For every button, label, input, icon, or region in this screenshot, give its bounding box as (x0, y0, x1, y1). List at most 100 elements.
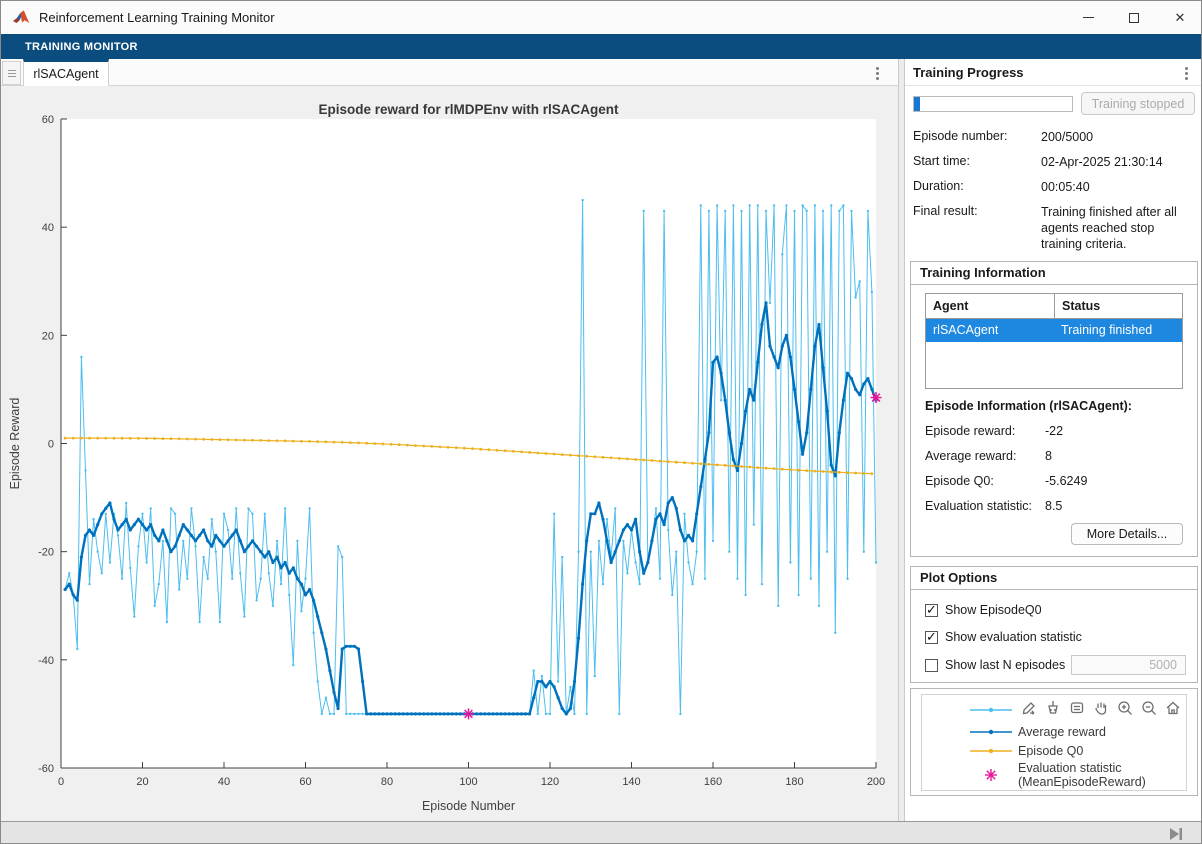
maximize-button[interactable] (1111, 1, 1157, 34)
legend-label: Evaluation statistic (MeanEpisodeReward) (1018, 761, 1146, 789)
svg-text:80: 80 (381, 776, 393, 788)
show-last-n-episodes-label: Show last N episodes (945, 658, 1065, 672)
datatip-icon[interactable] (1067, 698, 1086, 717)
show-episodeq0-option[interactable]: Show EpisodeQ0 (925, 603, 1042, 617)
start-time-row: Start time: 02-Apr-2025 21:30:14 (913, 154, 1195, 170)
svg-text:180: 180 (785, 776, 803, 788)
status-column-header: Status (1054, 294, 1182, 319)
agent-status-table[interactable]: Agent Status rlSACAgent Training finishe… (925, 293, 1183, 389)
svg-text:200: 200 (867, 776, 885, 788)
training-reward-chart[interactable]: 020406080100120140160180200-60-40-200204… (1, 86, 898, 821)
app-window: Reinforcement Learning Training Monitor … (0, 0, 1202, 844)
show-last-n-episodes-option[interactable]: Show last N episodes (925, 658, 1065, 672)
matlab-logo-icon (13, 10, 31, 26)
evaluation-statistic-row: Evaluation statistic: 8.5 (925, 499, 1185, 513)
agent-column-header: Agent (926, 294, 1054, 319)
sidebar-header: Training Progress (905, 59, 1202, 86)
panel-splitter[interactable] (898, 59, 905, 821)
last-n-episodes-input[interactable] (1071, 655, 1186, 675)
show-evaluation-statistic-checkbox[interactable] (925, 631, 938, 644)
duration-label: Duration: (913, 179, 1041, 195)
svg-text:20: 20 (136, 776, 148, 788)
training-stopped-button[interactable]: Training stopped (1081, 92, 1195, 115)
episode-reward-line-sample (970, 705, 1012, 715)
training-progress-panel: Training Progress Training stopped Episo… (905, 59, 1202, 821)
svg-text:20: 20 (42, 330, 54, 342)
figure-panel: 020406080100120140160180200-60-40-200204… (1, 86, 898, 821)
panel-grip-icon[interactable] (2, 61, 21, 85)
svg-text:Episode reward for rlMDPEnv wi: Episode reward for rlMDPEnv with rlSACAg… (318, 102, 619, 117)
axes-toolbar (1017, 697, 1184, 718)
show-evaluation-statistic-label: Show evaluation statistic (945, 630, 1082, 644)
start-time-value: 02-Apr-2025 21:30:14 (1041, 154, 1195, 170)
episode-number-label: Episode number: (913, 129, 1041, 145)
legend-entry-evaluation-statistic: Evaluation statistic (MeanEpisodeReward) (970, 761, 1146, 789)
show-episodeq0-label: Show EpisodeQ0 (945, 603, 1042, 617)
figure-panel-menu-button[interactable] (870, 63, 884, 83)
sidebar-title: Training Progress (913, 65, 1024, 80)
plot-options-title: Plot Options (911, 567, 1197, 590)
zoom-in-icon[interactable] (1115, 698, 1134, 717)
episode-reward-row: Episode reward: -22 (925, 424, 1185, 438)
svg-text:Episode Number: Episode Number (422, 799, 515, 813)
evaluation-statistic-label: Evaluation statistic: (925, 499, 1045, 513)
export-icon[interactable] (1019, 698, 1038, 717)
tab-label: rlSACAgent (33, 67, 98, 81)
svg-text:0: 0 (48, 439, 54, 451)
svg-text:160: 160 (704, 776, 722, 788)
svg-text:-40: -40 (38, 655, 54, 667)
svg-text:60: 60 (42, 114, 54, 126)
brush-icon[interactable] (1043, 698, 1062, 717)
episode-q0-line-sample (970, 746, 1012, 756)
episode-number-value: 200/5000 (1041, 129, 1195, 145)
zoom-out-icon[interactable] (1139, 698, 1158, 717)
svg-text:-60: -60 (38, 763, 54, 775)
episode-q0-value: -5.6249 (1045, 474, 1087, 488)
status-cell: Training finished (1054, 319, 1182, 342)
show-evaluation-statistic-option[interactable]: Show evaluation statistic (925, 630, 1082, 644)
svg-text:40: 40 (42, 222, 54, 234)
show-episodeq0-checkbox[interactable] (925, 604, 938, 617)
average-reward-value: 8 (1045, 449, 1052, 463)
agent-cell: rlSACAgent (926, 319, 1054, 342)
svg-text:120: 120 (541, 776, 559, 788)
skip-to-end-icon[interactable] (1167, 826, 1185, 842)
duration-value: 00:05:40 (1041, 179, 1195, 195)
final-result-label: Final result: (913, 204, 1041, 252)
svg-text:140: 140 (622, 776, 640, 788)
legend-entry-average-reward: Average reward (970, 725, 1106, 739)
svg-text:60: 60 (299, 776, 311, 788)
close-icon: ✕ (1175, 11, 1186, 24)
ribbon-tab-label: TRAINING MONITOR (25, 41, 138, 53)
tab-rlsacagent[interactable]: rlSACAgent (23, 59, 109, 86)
episode-q0-row: Episode Q0: -5.6249 (925, 474, 1185, 488)
minimize-button[interactable] (1065, 1, 1111, 34)
final-result-value: Training finished after all agents reach… (1041, 204, 1195, 252)
pan-icon[interactable] (1091, 698, 1110, 717)
close-button[interactable]: ✕ (1157, 1, 1202, 34)
average-reward-label: Average reward: (925, 449, 1045, 463)
plot-options-section: Plot Options Show EpisodeQ0 Show evaluat… (910, 566, 1198, 683)
show-last-n-episodes-checkbox[interactable] (925, 659, 938, 672)
horizontal-scrollbar[interactable] (1, 821, 1202, 844)
home-icon[interactable] (1163, 698, 1182, 717)
chart-legend: Episode reward Average reward Episode Q0 (921, 694, 1187, 791)
training-information-title: Training Information (911, 262, 1197, 285)
more-details-button[interactable]: More Details... (1071, 523, 1183, 545)
episode-number-row: Episode number: 200/5000 (913, 129, 1195, 145)
minimize-icon (1083, 17, 1094, 18)
episode-reward-value: -22 (1045, 424, 1063, 438)
legend-section: Episode reward Average reward Episode Q0 (910, 688, 1198, 796)
average-reward-line-sample (970, 727, 1012, 737)
episode-reward-label: Episode reward: (925, 424, 1045, 438)
training-progress-fill (914, 97, 920, 111)
svg-text:Episode Reward: Episode Reward (8, 398, 22, 490)
legend-label: Average reward (1018, 725, 1106, 739)
svg-text:-20: -20 (38, 547, 54, 559)
table-row[interactable]: rlSACAgent Training finished (926, 319, 1182, 342)
evaluation-statistic-value: 8.5 (1045, 499, 1062, 513)
duration-row: Duration: 00:05:40 (913, 179, 1195, 195)
start-time-label: Start time: (913, 154, 1041, 170)
svg-text:0: 0 (58, 776, 64, 788)
progress-panel-menu-button[interactable] (1179, 63, 1193, 83)
